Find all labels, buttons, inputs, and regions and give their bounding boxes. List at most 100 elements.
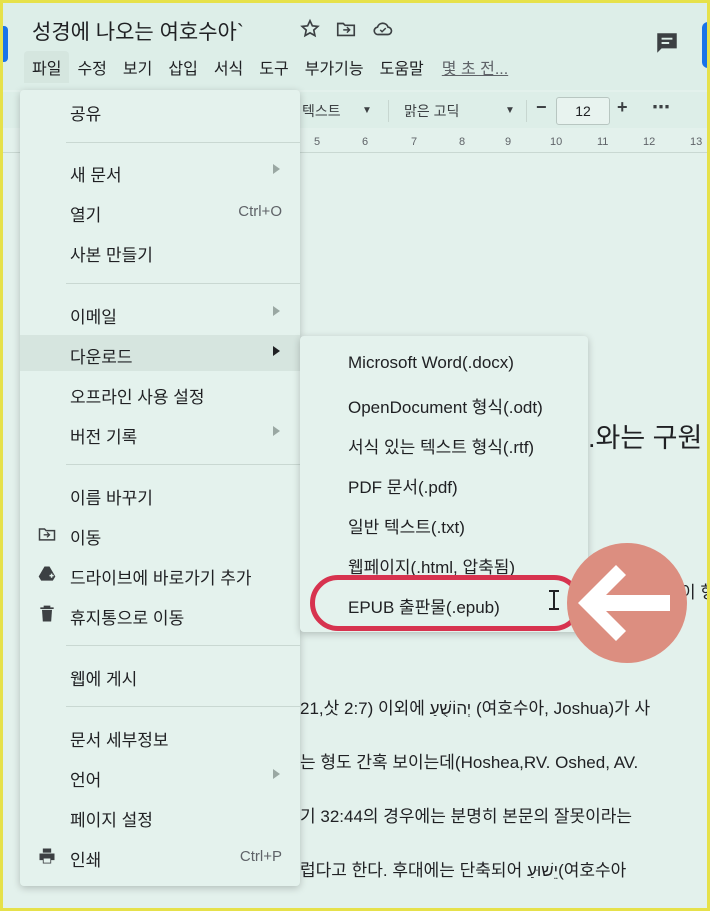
- menu-item-print[interactable]: 인쇄 Ctrl+P: [20, 838, 300, 874]
- trash-icon: [40, 605, 54, 622]
- download-docx[interactable]: Microsoft Word(.docx): [348, 353, 514, 373]
- menu-format[interactable]: 서식: [206, 55, 251, 79]
- menu-item-version-history[interactable]: 버전 기록: [20, 415, 300, 451]
- submenu-arrow-icon: [273, 346, 280, 356]
- menu-item-download[interactable]: 다운로드: [20, 335, 300, 371]
- download-rtf[interactable]: 서식 있는 텍스트 형식(.rtf): [348, 433, 534, 458]
- menu-item-share[interactable]: 공유: [20, 92, 300, 128]
- text-cursor-icon: [549, 590, 559, 610]
- menu-item-label: 휴지통으로 이동: [70, 609, 185, 628]
- submenu-arrow-icon: [273, 306, 280, 316]
- submenu-arrow-icon: [273, 769, 280, 779]
- menu-item-label: 이동: [70, 529, 102, 548]
- menu-item-label: 이름 바꾸기: [70, 489, 153, 508]
- share-button-edge[interactable]: [702, 22, 710, 68]
- submenu-arrow-icon: [273, 426, 280, 436]
- ruler-number: 9: [505, 136, 512, 148]
- ruler-number: 13: [690, 136, 703, 148]
- ruler-number: 8: [459, 136, 466, 148]
- star-icon[interactable]: [299, 18, 321, 40]
- menu-item-label: 새 문서: [70, 166, 122, 185]
- shortcut-label: Ctrl+O: [238, 203, 282, 220]
- menu-item-label: 드라이브에 바로가기 추가: [70, 569, 252, 588]
- menu-item-make-copy[interactable]: 사본 만들기: [20, 233, 300, 269]
- download-odt[interactable]: OpenDocument 형식(.odt): [348, 393, 543, 418]
- more-tools-button[interactable]: ⋯: [652, 97, 670, 118]
- menu-item-label: 페이지 설정: [70, 811, 153, 830]
- doc-line[interactable]: 기 32:44의 경우에는 분명히 본문의 잘못이라는: [300, 802, 632, 827]
- submenu-arrow-icon: [273, 164, 280, 174]
- decrease-font-button[interactable]: −: [536, 97, 547, 118]
- menu-item-email[interactable]: 이메일: [20, 295, 300, 331]
- menu-item-language[interactable]: 언어: [20, 758, 300, 794]
- folder-move-icon: [38, 528, 56, 541]
- last-edit-link[interactable]: 몇 초 전...: [442, 55, 508, 79]
- menu-item-label: 이메일: [70, 308, 117, 327]
- menu-item-move[interactable]: 이동: [20, 516, 300, 552]
- doc-heading-fragment[interactable]: .와는 구원: [588, 416, 702, 455]
- menu-item-add-shortcut[interactable]: 드라이브에 바로가기 추가: [20, 556, 300, 592]
- menu-item-label: 다운로드: [70, 348, 133, 367]
- menu-item-new-document[interactable]: 새 문서: [20, 153, 300, 189]
- ruler-number: 11: [597, 136, 609, 148]
- menu-item-publish-web[interactable]: 웹에 게시: [20, 657, 300, 693]
- menu-item-label: 버전 기록: [70, 428, 138, 447]
- menu-divider: [66, 283, 300, 284]
- menu-help[interactable]: 도움말: [372, 55, 432, 79]
- menu-item-offline[interactable]: 오프라인 사용 설정: [20, 375, 300, 411]
- ruler-number: 10: [550, 136, 563, 148]
- download-pdf[interactable]: PDF 문서(.pdf): [348, 473, 458, 498]
- comment-icon[interactable]: [654, 30, 680, 56]
- menu-addons[interactable]: 부가기능: [297, 55, 372, 79]
- left-arrow-icon: [567, 543, 687, 663]
- highlight-ring: [310, 575, 582, 631]
- chevron-down-icon[interactable]: ▼: [505, 105, 515, 116]
- chevron-down-icon[interactable]: ▼: [362, 105, 372, 116]
- cloud-status-icon[interactable]: [372, 18, 394, 40]
- menu-item-label: 사본 만들기: [70, 246, 153, 265]
- print-icon: [39, 848, 55, 864]
- menu-divider: [66, 464, 300, 465]
- menu-item-page-setup[interactable]: 페이지 설정: [20, 798, 300, 834]
- menu-divider: [66, 706, 300, 707]
- font-select[interactable]: 맑은 고딕: [404, 101, 459, 121]
- toolbar-divider: [526, 100, 527, 122]
- shortcut-label: Ctrl+P: [239, 848, 282, 865]
- menu-bar: 파일 수정 보기 삽입 서식 도구 부가기능 도움말 몇 초 전...: [24, 51, 508, 83]
- menu-item-rename[interactable]: 이름 바꾸기: [20, 476, 300, 512]
- move-folder-icon[interactable]: [335, 18, 357, 40]
- increase-font-button[interactable]: +: [617, 97, 628, 118]
- ruler-number: 7: [411, 136, 418, 148]
- menu-item-label: 언어: [70, 771, 102, 790]
- doc-line[interactable]: 는 형도 간혹 보이는데(Hoshea,RV. Oshed, AV.: [300, 748, 638, 773]
- menu-item-trash[interactable]: 휴지통으로 이동: [20, 596, 300, 632]
- menu-item-details[interactable]: 문서 세부정보: [20, 718, 300, 754]
- header-bar: 성경에 나오는 여호수아` 파일 수정 보기 삽입 서식 도구 부가기능 도움말…: [0, 0, 710, 90]
- menu-item-label: 문서 세부정보: [70, 731, 169, 750]
- menu-divider: [66, 142, 300, 143]
- drive-shortcut-icon: [38, 566, 56, 581]
- file-menu: 공유 새 문서 열기 Ctrl+O 사본 만들기 이메일 다운로드 오프라인 사용…: [20, 90, 300, 886]
- menu-item-label: 웹에 게시: [70, 670, 138, 689]
- document-title[interactable]: 성경에 나오는 여호수아`: [32, 16, 244, 46]
- doc-line[interactable]: 21,삿 2:7) 이외에 יְהוֹשֻׁעַ (여호수아, Joshua)가…: [300, 694, 650, 719]
- paragraph-style-select[interactable]: 텍스트: [302, 101, 341, 121]
- menu-item-label: 오프라인 사용 설정: [70, 388, 205, 407]
- menu-item-label: 공유: [70, 105, 102, 124]
- ruler-number: 6: [362, 136, 369, 148]
- docs-logo-edge[interactable]: [0, 26, 8, 62]
- menu-view[interactable]: 보기: [115, 55, 160, 79]
- menu-item-label: 인쇄: [70, 851, 102, 870]
- menu-divider: [66, 645, 300, 646]
- font-size-input[interactable]: 12: [556, 97, 610, 125]
- menu-item-label: 열기: [70, 206, 102, 225]
- menu-item-open[interactable]: 열기 Ctrl+O: [20, 193, 300, 229]
- menu-insert[interactable]: 삽입: [160, 55, 205, 79]
- menu-file[interactable]: 파일: [24, 51, 70, 83]
- ruler-number: 5: [314, 136, 321, 148]
- doc-line[interactable]: 럽다고 한다. 후대에는 단축되어 יֵשׁוּעַ(여호수아: [300, 856, 626, 881]
- download-txt[interactable]: 일반 텍스트(.txt): [348, 513, 465, 538]
- menu-edit[interactable]: 수정: [69, 55, 114, 79]
- menu-tools[interactable]: 도구: [251, 55, 296, 79]
- toolbar-divider: [388, 100, 389, 122]
